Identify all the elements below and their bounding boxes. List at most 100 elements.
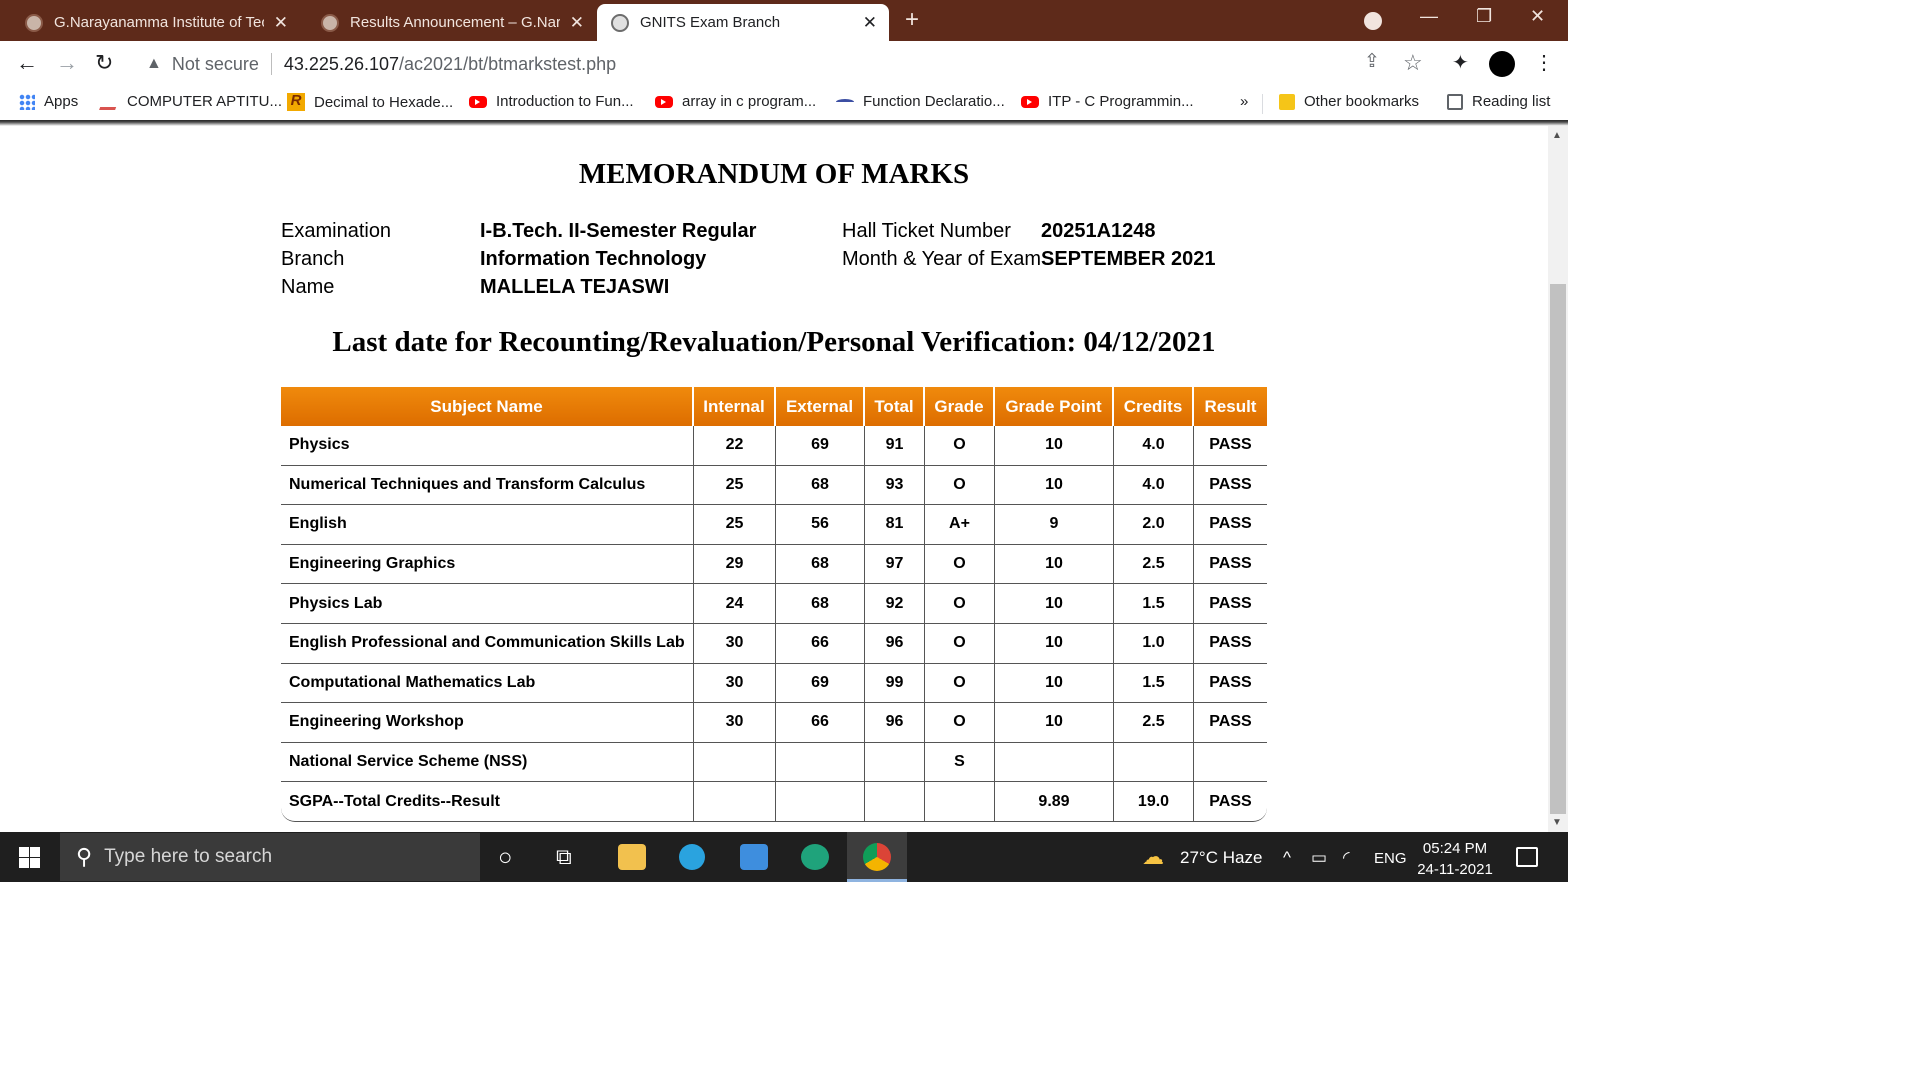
table-cell: 92 xyxy=(865,584,925,624)
table-cell: O xyxy=(925,426,995,466)
bookmark-decimal-to-hex[interactable]: R Decimal to Hexade... xyxy=(287,93,453,111)
minimize-icon[interactable]: — xyxy=(1420,6,1438,27)
tab-gnits-exam-branch[interactable]: GNITS Exam Branch ✕ xyxy=(597,4,889,41)
scrollbar-thumb[interactable] xyxy=(1550,284,1566,814)
battery-icon[interactable]: ▭ xyxy=(1311,848,1327,868)
reading-list-button[interactable]: Reading list xyxy=(1447,93,1550,110)
bookmark-label: ITP - C Programmin... xyxy=(1048,93,1194,110)
table-row: Computational Mathematics Lab 30 69 99 O… xyxy=(281,663,1267,704)
bookmark-introduction-to-fun[interactable]: Introduction to Fun... xyxy=(469,93,634,110)
other-bookmarks-folder[interactable]: Other bookmarks xyxy=(1279,93,1419,110)
table-cell xyxy=(1194,743,1267,783)
table-cell: PASS xyxy=(1194,584,1267,624)
close-tab-icon[interactable]: ✕ xyxy=(570,13,584,33)
table-cell: National Service Scheme (NSS) xyxy=(281,742,694,783)
tab-search-icon[interactable] xyxy=(1364,12,1382,30)
table-cell: 66 xyxy=(776,623,865,664)
scroll-down-arrow-icon[interactable]: ▼ xyxy=(1552,817,1562,828)
menu-kebab-icon[interactable]: ⋮ xyxy=(1534,50,1554,75)
table-cell: Engineering Workshop xyxy=(281,703,694,743)
table-cell: 96 xyxy=(865,703,925,743)
site-favicon-icon xyxy=(25,13,43,32)
table-cell xyxy=(995,742,1114,783)
telegram-icon[interactable] xyxy=(679,844,705,870)
bookmark-label: Other bookmarks xyxy=(1304,93,1420,110)
forward-arrow-icon[interactable]: → xyxy=(56,50,78,76)
tab-gnits-institute[interactable]: G.Narayanamma Institute of Tech ✕ xyxy=(0,4,300,41)
scroll-up-arrow-icon[interactable]: ▲ xyxy=(1552,130,1562,141)
show-hidden-icons-chevron-icon[interactable]: ^ xyxy=(1283,848,1291,868)
profile-avatar[interactable] xyxy=(1489,51,1515,77)
table-cell: S xyxy=(925,742,995,783)
file-explorer-icon[interactable] xyxy=(618,844,646,870)
search-placeholder: Type here to search xyxy=(104,846,273,867)
bookmark-label: Apps xyxy=(44,93,79,110)
edge-browser-icon[interactable] xyxy=(801,844,829,870)
notification-center-icon[interactable] xyxy=(1516,847,1538,867)
warning-triangle-icon[interactable]: ▲ xyxy=(146,55,162,73)
table-cell: 10 xyxy=(995,465,1114,506)
name-label: Name xyxy=(281,276,335,298)
restore-icon[interactable]: ❐ xyxy=(1476,6,1492,27)
share-icon[interactable]: ⇪ xyxy=(1364,50,1380,73)
table-cell: PASS xyxy=(1194,466,1267,506)
table-cell: PASS xyxy=(1194,782,1267,822)
table-cell: Physics xyxy=(281,426,694,466)
table-cell: O xyxy=(925,465,995,506)
reload-icon[interactable]: ↻ xyxy=(95,50,113,76)
extensions-puzzle-icon[interactable]: ✦ xyxy=(1452,50,1469,75)
apps-grid-icon xyxy=(19,93,35,110)
windows-start-icon[interactable] xyxy=(19,847,40,868)
table-cell: 19.0 xyxy=(1114,782,1194,822)
task-view-icon[interactable]: ⧉ xyxy=(556,844,572,870)
bookmark-function-declaration[interactable]: Function Declaratio... xyxy=(836,93,1005,110)
tab-title: G.Narayanamma Institute of Tech xyxy=(54,14,264,31)
url-host[interactable]: 43.225.26.107 xyxy=(284,54,399,75)
table-cell: 56 xyxy=(776,505,865,545)
table-cell: PASS xyxy=(1194,664,1267,704)
bookmarks-divider xyxy=(1262,94,1263,114)
bookmark-itp-c-programming[interactable]: ITP - C Programmin... xyxy=(1021,93,1194,110)
window-close-icon[interactable]: ✕ xyxy=(1530,6,1545,27)
table-cell: 30 xyxy=(694,703,776,743)
taskbar-search-box[interactable]: ⚲ Type here to search xyxy=(60,833,480,881)
weather-haze-icon[interactable]: ☁ xyxy=(1142,844,1164,870)
summary-row: SGPA--Total Credits--Result 9.89 19.0 PA… xyxy=(281,782,1267,822)
back-arrow-icon[interactable]: ← xyxy=(16,50,38,76)
month-year-label: Month & Year of Exam xyxy=(842,248,1042,270)
page-scrollbar[interactable]: ▲ ▼ xyxy=(1548,126,1568,832)
chrome-taskbar-button[interactable] xyxy=(847,832,907,882)
aptitude-icon xyxy=(99,93,121,110)
hall-ticket-value: 20251A1248 xyxy=(1041,220,1156,242)
close-tab-icon[interactable]: ✕ xyxy=(863,13,877,33)
table-cell: 97 xyxy=(865,544,925,585)
table-cell: 1.5 xyxy=(1114,584,1194,624)
bookmark-apps[interactable]: Apps xyxy=(19,93,78,110)
star-bookmark-icon[interactable]: ☆ xyxy=(1403,50,1423,76)
bookmarks-overflow-button[interactable]: » xyxy=(1240,93,1248,110)
column-header: Credits xyxy=(1114,387,1194,426)
table-cell: 30 xyxy=(694,623,776,664)
cortana-circle-icon[interactable]: ○ xyxy=(498,844,513,872)
clock-date: 24-11-2021 xyxy=(1417,861,1493,878)
wifi-icon[interactable]: ◜ xyxy=(1343,848,1350,868)
system-clock[interactable]: 05:24 PM 24-11-2021 xyxy=(1412,838,1498,880)
mail-icon[interactable] xyxy=(740,844,768,870)
bookmark-computer-aptitude[interactable]: COMPUTER APTITU... xyxy=(99,93,283,110)
weather-text[interactable]: 27°C Haze xyxy=(1180,848,1262,868)
bookmark-array-in-c[interactable]: array in c program... xyxy=(655,93,816,110)
language-indicator[interactable]: ENG xyxy=(1374,850,1407,867)
chrome-icon xyxy=(863,843,891,871)
tab-results-announcement[interactable]: Results Announcement – G.Naray ✕ xyxy=(296,4,596,41)
table-row: National Service Scheme (NSS) S xyxy=(281,742,1267,783)
table-row: Engineering Graphics 29 68 97 O 10 2.5 P… xyxy=(281,544,1267,585)
table-row: Physics Lab 24 68 92 O 10 1.5 PASS xyxy=(281,584,1267,624)
url-path[interactable]: /ac2021/bt/btmarkstest.php xyxy=(399,54,616,75)
security-label[interactable]: Not secure xyxy=(172,54,259,75)
table-header-row: Subject Name Internal External Total Gra… xyxy=(281,387,1267,426)
new-tab-button[interactable]: + xyxy=(905,6,919,34)
bookmark-label: Function Declaratio... xyxy=(863,93,1005,110)
close-tab-icon[interactable]: ✕ xyxy=(274,13,288,33)
address-bar[interactable]: ▲ Not secure 43.225.26.107 /ac2021/bt/bt… xyxy=(134,46,1404,82)
bookmark-label: COMPUTER APTITU... xyxy=(127,93,283,110)
